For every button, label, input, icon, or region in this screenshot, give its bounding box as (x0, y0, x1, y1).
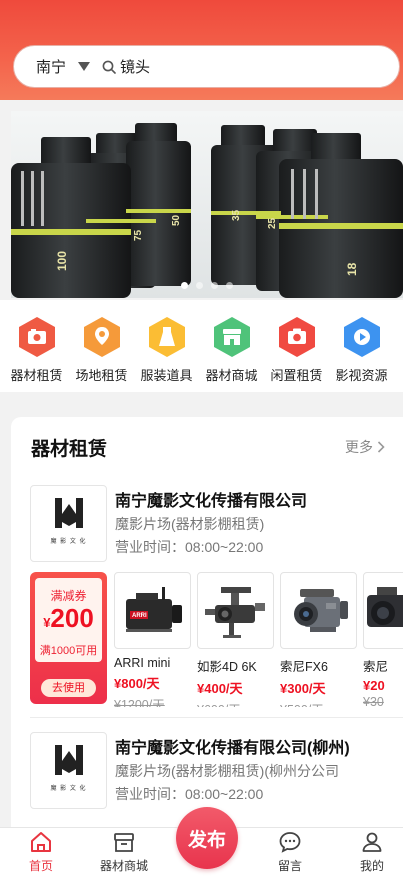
nav-label: 服装道具 (140, 368, 193, 383)
use-coupon-button[interactable]: 去使用 (41, 679, 96, 697)
sony-fx6-icon (280, 572, 357, 649)
home-icon (29, 830, 53, 854)
tab-profile[interactable]: 我的 (332, 828, 403, 874)
coupon-value: 200 (50, 603, 94, 633)
product-item[interactable]: ARRI ARRI mini ¥800/天 ¥1200/天 (114, 572, 191, 707)
product-name: 索尼FX6 (280, 660, 328, 674)
search-input[interactable]: 镜头 (120, 56, 150, 77)
tab-label: 器材商城 (99, 859, 148, 873)
shop-subtitle: 魔影片场(器材影棚租赁)(柳州分公司 (115, 763, 339, 779)
coupon-card[interactable]: 满减券 ¥200 满1000可用 去使用 (30, 572, 107, 704)
logo-text: 魔 影 文 化 (50, 539, 87, 545)
svg-text:25: 25 (267, 217, 278, 229)
carousel-dot[interactable] (211, 282, 218, 289)
coupon-body: 满减券 ¥200 满1000可用 (35, 578, 102, 662)
nav-label: 场地租赁 (75, 368, 128, 383)
product-price: ¥300/天 (280, 681, 326, 696)
carousel-dot[interactable] (226, 282, 233, 289)
chevron-right-icon (377, 441, 385, 453)
shop-logo: 魔 影 文 化 (30, 732, 107, 809)
nav-item-equipment-mall[interactable]: 器材商城 (199, 300, 264, 392)
more-link[interactable]: 更多 (345, 437, 385, 457)
ronin-4d-icon (197, 572, 274, 649)
shop-hours: 营业时间：08:00~22:00 (115, 786, 264, 802)
coupon-amount: ¥200 (35, 603, 102, 634)
message-icon (278, 830, 302, 854)
arri-camera-icon: ARRI (114, 572, 191, 649)
product-price: ¥800/天 (114, 676, 160, 691)
camera-rental-icon (18, 317, 55, 357)
product-name: 如影4D 6K (197, 660, 257, 674)
nav-label: 器材租赁 (10, 368, 63, 383)
product-price: ¥400/天 (197, 681, 243, 696)
shop-name[interactable]: 南宁魔影文化传播有限公司 (115, 487, 307, 511)
section-title: 器材租赁 (31, 439, 108, 460)
coupon-condition: 满1000可用 (39, 645, 98, 657)
idle-camera-icon (278, 317, 315, 357)
header: 南宁 镜头 (0, 0, 403, 100)
city-selector[interactable]: 南宁 (36, 56, 66, 77)
logo-text: 魔 影 文 化 (50, 786, 87, 792)
svg-text:50: 50 (171, 214, 182, 226)
svg-text:18: 18 (345, 262, 359, 276)
logo-mark-icon (54, 498, 83, 528)
nav-label: 闲置租赁 (270, 368, 323, 383)
tab-home[interactable]: 首页 (1, 828, 81, 874)
nav-item-equipment-rental[interactable]: 器材租赁 (4, 300, 69, 392)
more-label: 更多 (345, 439, 373, 455)
tab-equipment-mall[interactable]: 器材商城 (84, 828, 164, 874)
product-original-price: ¥600/天 (197, 699, 274, 707)
divider (30, 717, 403, 718)
search-bar[interactable]: 南宁 镜头 (13, 45, 400, 88)
search-icon (102, 60, 116, 74)
costume-icon (148, 317, 185, 357)
sony-camera-icon (363, 572, 403, 649)
tab-label: 留言 (277, 859, 302, 873)
product-list: ARRI ARRI mini ¥800/天 ¥1200/天 如影4D 6K ¥4… (114, 572, 403, 707)
tab-messages[interactable]: 留言 (250, 828, 330, 874)
nav-item-film-resources[interactable]: 影视资源 (329, 300, 394, 392)
coupon-title: 满减券 (50, 589, 87, 603)
svg-text:35: 35 (231, 209, 242, 221)
product-name: ARRI mini (114, 656, 171, 670)
product-name: 索尼 (363, 660, 389, 674)
tab-label: 首页 (28, 859, 53, 873)
shop-name[interactable]: 南宁魔影文化传播有限公司(柳州) (115, 734, 350, 758)
caret-down-icon[interactable] (78, 62, 91, 71)
category-nav: 器材租赁 场地租赁 服装道具 器材商城 闲置租赁 影视资源 (0, 300, 403, 392)
equipment-rental-section: 器材租赁 更多 魔 影 文 化 南宁魔影文化传播有限公司 魔影片场(器材影棚租赁… (11, 417, 403, 827)
shop-icon (213, 317, 250, 357)
nav-item-costume-props[interactable]: 服装道具 (134, 300, 199, 392)
shop-logo: 魔 影 文 化 (30, 485, 107, 562)
lens-banner-image: 100 75 50 35 25 18 (11, 111, 403, 298)
product-item[interactable]: 索尼 ¥20 ¥30 (363, 572, 403, 707)
shop-hours: 营业时间：08:00~22:00 (115, 539, 264, 555)
product-price: ¥20 (363, 678, 385, 693)
product-original-price: ¥30 (363, 695, 384, 707)
svg-text:75: 75 (133, 229, 144, 241)
product-item[interactable]: 索尼FX6 ¥300/天 ¥500/天 (280, 572, 357, 707)
tab-label: 我的 (359, 859, 384, 873)
product-item[interactable]: 如影4D 6K ¥400/天 ¥600/天 (197, 572, 274, 707)
logo-mark-icon (54, 745, 83, 775)
shop-subtitle: 魔影片场(器材影棚租赁) (115, 516, 265, 532)
profile-icon (360, 830, 384, 854)
store-icon (112, 830, 136, 854)
nav-item-idle-rental[interactable]: 闲置租赁 (264, 300, 329, 392)
carousel-indicator (11, 282, 403, 289)
nav-label: 器材商城 (205, 368, 258, 383)
nav-label: 影视资源 (335, 368, 388, 383)
product-original-price: ¥1200/天 (114, 698, 165, 707)
publish-button[interactable]: 发布 (176, 807, 238, 869)
nav-item-venue-rental[interactable]: 场地租赁 (69, 300, 134, 392)
product-original-price: ¥500/天 (280, 699, 357, 707)
banner-carousel[interactable]: 100 75 50 35 25 18 (11, 111, 403, 298)
venue-icon (83, 317, 120, 357)
play-icon (343, 317, 380, 357)
carousel-dot[interactable] (181, 282, 188, 289)
svg-text:100: 100 (55, 251, 69, 271)
svg-text:ARRI: ARRI (132, 613, 147, 619)
carousel-dot[interactable] (196, 282, 203, 289)
